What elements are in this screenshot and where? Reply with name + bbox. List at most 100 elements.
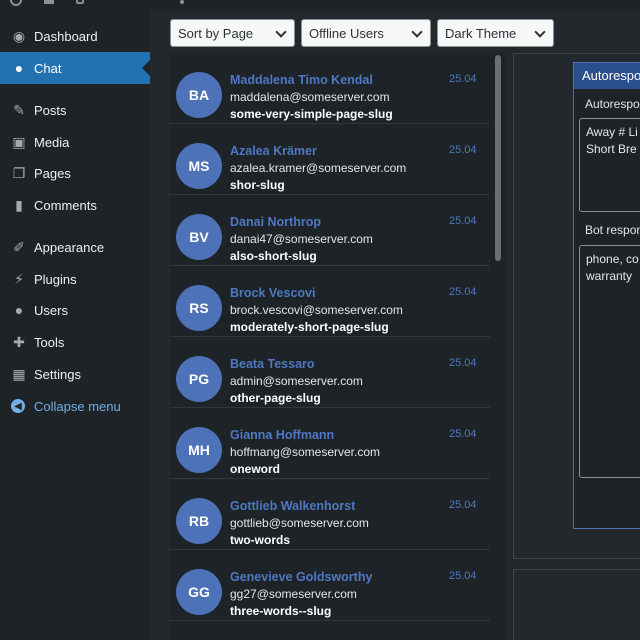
chat-user-email: danai47@someserver.com (230, 232, 373, 246)
brush-icon: ✐ (13, 238, 25, 255)
chat-user-name: Genevieve Goldsworthy (230, 570, 373, 584)
chat-page-slug: two-words (230, 533, 290, 547)
sidebar-item-label: Tools (34, 334, 65, 350)
users-select-value: Offline Users (309, 25, 384, 41)
chat-list-item[interactable]: MS Azalea Krämer azalea.kramer@someserve… (170, 124, 490, 195)
chat-list-item[interactable]: RB Gottlieb Walkenhorst gottlieb@someser… (170, 479, 490, 550)
sidebar-item-tools[interactable]: ✚ Tools (0, 326, 150, 358)
chat-user-email: azalea.kramer@someserver.com (230, 161, 407, 175)
chat-user-email: maddalena@someserver.com (230, 90, 390, 104)
pin-icon: ✎ (13, 101, 25, 118)
bot-response-label: Bot respon (585, 223, 640, 237)
wordpress-logo-icon[interactable] (10, 0, 22, 6)
chat-page-slug: three-words--slug (230, 604, 332, 618)
avatar: GG (176, 569, 222, 615)
chat-list-scrollbar[interactable] (493, 55, 503, 640)
chat-list: BA Maddalena Timo Kendal maddalena@somes… (170, 53, 506, 640)
chevron-down-icon (275, 26, 287, 38)
plug-icon: ⚡ (14, 270, 24, 287)
sidebar-item-label: Plugins (34, 271, 77, 287)
settings-icon: ▦ (12, 365, 26, 382)
sidebar-item-pages[interactable]: ❐ Pages (0, 157, 150, 189)
users-icon: ● (14, 302, 24, 318)
theme-select-value: Dark Theme (445, 25, 517, 41)
chat-date: 25.04 (449, 499, 477, 511)
sidebar-item-appearance[interactable]: ✐ Appearance (0, 231, 150, 263)
bot-response-textarea[interactable]: phone, co warranty (579, 245, 640, 478)
avatar: MH (176, 427, 222, 473)
chat-list-item[interactable]: PG Beata Tessaro admin@someserver.com ot… (170, 337, 490, 408)
admin-sidebar: ◉ Dashboard ● Chat ✎ Posts ▣ Media ❐ Pag… (0, 9, 150, 640)
sidebar-item-label: Users (34, 302, 68, 318)
sidebar-item-posts[interactable]: ✎ Posts (0, 94, 150, 126)
chat-user-name: Brock Vescovi (230, 286, 316, 300)
avatar: BA (176, 72, 222, 118)
chat-user-name: Gianna Hoffmann (230, 428, 335, 442)
chat-page-slug: other-page-slug (230, 391, 321, 405)
autoresponder-title: Autorespo (574, 63, 640, 89)
chat-list-item[interactable]: BA Maddalena Timo Kendal maddalena@somes… (170, 53, 490, 124)
sidebar-item-media[interactable]: ▣ Media (0, 126, 150, 158)
scrollbar-thumb[interactable] (495, 55, 501, 261)
sidebar-item-label: Settings (34, 366, 81, 382)
pages-icon: ❐ (12, 164, 26, 181)
autoresponder-textarea[interactable]: Away # Li Short Bre (579, 118, 640, 212)
sidebar-item-label: Appearance (34, 239, 105, 255)
comments-icon: ▮ (15, 196, 23, 213)
chat-user-name: Beata Tessaro (230, 357, 315, 371)
sidebar-item-users[interactable]: ● Users (0, 294, 150, 326)
chat-date: 25.04 (449, 73, 477, 85)
chat-user-name: Azalea Krämer (230, 144, 317, 158)
collapse-icon: ◀ (11, 399, 25, 413)
sidebar-item-chat[interactable]: ● Chat (0, 52, 150, 84)
chat-list-item[interactable]: MH Gianna Hoffmann hoffmang@someserver.c… (170, 408, 490, 479)
sidebar-item-label: Pages (34, 165, 71, 181)
sidebar-item-comments[interactable]: ▮ Comments (0, 189, 150, 221)
chat-date: 25.04 (449, 357, 477, 369)
chat-date: 25.04 (449, 215, 477, 227)
dashboard-icon: ◉ (12, 27, 26, 44)
chat-date: 25.04 (449, 144, 477, 156)
collapse-menu-button[interactable]: ◀ Collapse menu (0, 390, 150, 422)
avatar: BV (176, 214, 222, 260)
sidebar-item-label: Chat (34, 60, 62, 76)
admin-bar-indicator (180, 0, 184, 4)
sidebar-item-label: Media (34, 134, 70, 150)
chat-list-item[interactable]: GG Genevieve Goldsworthy gg27@someserver… (170, 550, 490, 621)
notification-icon[interactable] (76, 0, 84, 4)
sidebar-item-dashboard[interactable]: ◉ Dashboard (0, 20, 150, 52)
theme-select[interactable]: Dark Theme (437, 19, 554, 47)
sidebar-item-label: Posts (34, 102, 67, 118)
chevron-down-icon (411, 26, 423, 38)
sort-select[interactable]: Sort by Page (170, 19, 295, 47)
chat-user-email: hoffmang@someserver.com (230, 445, 381, 459)
chat-page-slug: shor-slug (230, 178, 285, 192)
autoresponder-field-label: Autorespo (585, 97, 640, 111)
autoresponder-panel: Autorespo Autorespo Away # Li Short Bre … (573, 62, 640, 529)
home-icon[interactable] (44, 0, 54, 4)
chevron-down-icon (534, 26, 546, 38)
chat-list-item[interactable]: BV Danai Northrop danai47@someserver.com… (170, 195, 490, 266)
admin-bar (0, 0, 640, 9)
avatar: RB (176, 498, 222, 544)
chat-user-email: admin@someserver.com (230, 374, 363, 388)
sidebar-item-label: Collapse menu (34, 398, 121, 414)
sort-select-value: Sort by Page (178, 25, 254, 41)
chat-user-icon: ● (14, 60, 24, 76)
chat-list-item[interactable]: RS Brock Vescovi brock.vescovi@someserve… (170, 266, 490, 337)
chat-page-slug: some-very-simple-page-slug (230, 107, 393, 121)
media-icon: ▣ (12, 133, 26, 150)
chat-date: 25.04 (449, 428, 477, 440)
chat-user-name: Gottlieb Walkenhorst (230, 499, 356, 513)
users-select[interactable]: Offline Users (301, 19, 431, 47)
chat-user-name: Danai Northrop (230, 215, 321, 229)
wrench-icon: ✚ (13, 333, 25, 350)
sidebar-item-plugins[interactable]: ⚡ Plugins (0, 263, 150, 295)
sidebar-item-settings[interactable]: ▦ Settings (0, 358, 150, 390)
chat-date: 25.04 (449, 570, 477, 582)
chat-page-slug: also-short-slug (230, 249, 317, 263)
chat-user-name: Maddalena Timo Kendal (230, 73, 373, 87)
avatar: PG (176, 356, 222, 402)
bottom-panel (513, 569, 640, 640)
avatar: MS (176, 143, 222, 189)
